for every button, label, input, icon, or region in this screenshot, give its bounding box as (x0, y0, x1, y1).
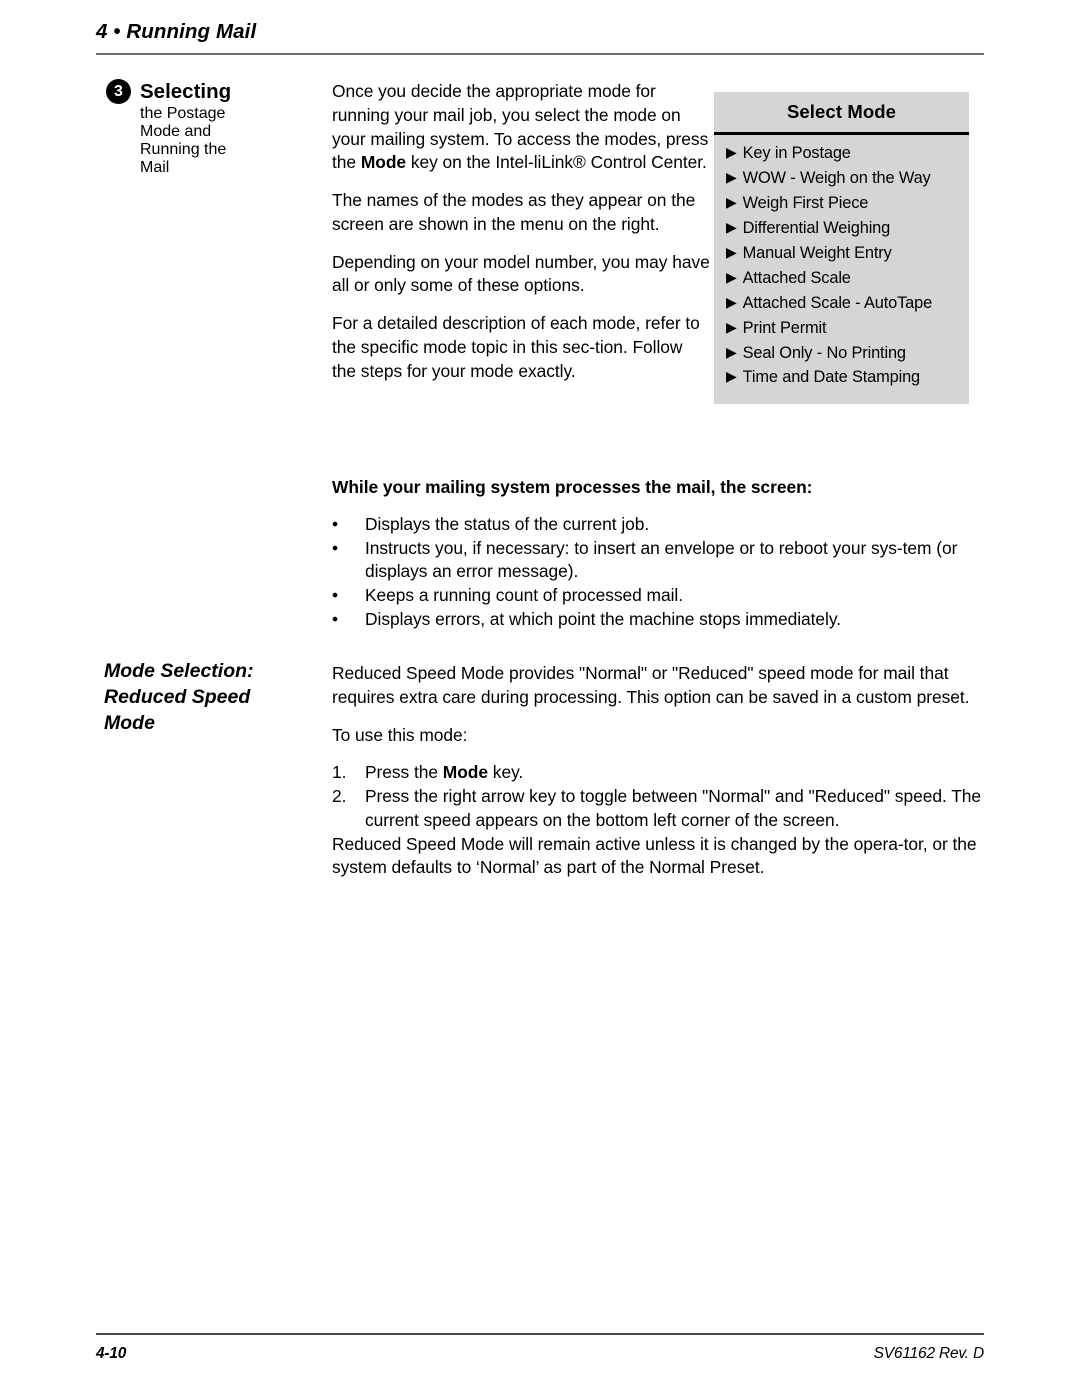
triangle-right-icon: ▶ (726, 144, 737, 160)
subhead-line-1: Mode Selection: (104, 660, 254, 682)
reduced-speed-closing: Reduced Speed Mode will remain active un… (332, 833, 977, 878)
footer-document-id: SV61162 Rev. D (873, 1345, 985, 1362)
triangle-right-icon: ▶ (726, 168, 737, 185)
menu-item-label: Differential Weighing (742, 218, 891, 237)
list-item: • Instructs you, if necessary: to insert … (332, 537, 984, 585)
paragraph-model-number: Depending on your model number, you may … (332, 251, 710, 296)
header-divider (96, 53, 984, 55)
list-item: 2. Press the right arrow key to toggle be… (332, 785, 984, 833)
section-title-line-3: Mode and (140, 123, 212, 141)
bullet-text: Displays errors, at which point the mach… (365, 608, 841, 629)
menu-item-label: Attached Scale - AutoTape (742, 293, 933, 312)
menu-item-label: Manual Weight Entry (742, 243, 892, 262)
chapter-title: 4 • Running Mail (96, 20, 257, 43)
step-text-a: Press the right arrow key to toggle betw… (365, 786, 982, 830)
mode-key-bold-2: Mode (442, 762, 489, 783)
triangle-right-icon: ▶ (726, 343, 737, 360)
processing-bullet-list: • Displays the status of the current job.… (332, 513, 984, 632)
menu-item-attached-scale-autotape[interactable]: ▶ Attached Scale - AutoTape (726, 291, 963, 316)
document-page: 4 • Running Mail 3 Selecting the Postage … (0, 0, 1080, 1397)
section-title-line-4: Running the (140, 141, 227, 159)
step-text-b: key. (488, 762, 524, 783)
reduced-speed-use-lead: To use this mode: (332, 724, 468, 745)
list-item: • Displays errors, at which point the mac… (332, 608, 984, 632)
bullet-icon: • (332, 585, 339, 605)
page-footer: 4-10 SV61162 Rev. D (96, 1345, 984, 1363)
bullet-text: Instructs you, if necessary: to insert a… (365, 537, 958, 582)
triangle-right-icon: ▶ (726, 318, 737, 335)
triangle-right-icon: ▶ (726, 243, 737, 260)
menu-item-manual-weight-entry[interactable]: ▶ Manual Weight Entry (726, 241, 963, 266)
section-title-line-2: the Postage (140, 105, 226, 123)
menu-item-label: Attached Scale (742, 268, 851, 287)
triangle-right-icon: ▶ (726, 193, 737, 210)
list-item: 1. Press the Mode key. (332, 761, 984, 785)
section-title-line-1: Selecting (140, 80, 232, 103)
menu-item-label: Print Permit (742, 318, 827, 337)
select-mode-list: ▶ Key in Postage ▶ WOW - Weigh on the Way … (714, 141, 969, 390)
section-heading: 3 Selecting the Postage Mode and Running … (106, 78, 320, 177)
bullet-icon: • (332, 513, 339, 534)
step-number: 1. (332, 762, 347, 783)
subhead-line-2: Reduced Speed (104, 685, 251, 708)
menu-item-seal-only[interactable]: ▶ Seal Only - No Printing (726, 341, 963, 366)
triangle-right-icon: ▶ (726, 268, 737, 285)
triangle-right-icon: ▶ (726, 368, 737, 385)
menu-item-differential-weighing[interactable]: ▶ Differential Weighing (726, 216, 963, 241)
select-mode-menu: Select Mode ▶ Key in Postage ▶ WOW - Weigh… (714, 92, 969, 405)
bullet-icon: • (332, 537, 339, 558)
section-body-column: Once you decide the appropriate mode for… (332, 80, 710, 383)
menu-item-label: Weigh First Piece (742, 193, 869, 212)
step-number-badge: 3 (106, 79, 131, 104)
menu-item-key-in-postage[interactable]: ▶ Key in Postage (726, 141, 963, 166)
bullet-text: Keeps a running count of processed mail. (365, 585, 683, 605)
menu-item-weigh-first-piece[interactable]: ▶ Weigh First Piece (726, 191, 963, 216)
menu-item-print-permit[interactable]: ▶ Print Permit (726, 316, 963, 341)
footer-page-number: 4-10 (96, 1345, 127, 1362)
menu-item-time-date-stamping[interactable]: ▶ Time and Date Stamping (726, 365, 963, 390)
mode-key-bold-1: Mode (360, 152, 407, 173)
list-item: • Keeps a running count of processed mail… (332, 584, 984, 608)
running-header: 4 • Running Mail (96, 20, 984, 45)
processing-intro: While your mailing system processes the … (332, 477, 813, 497)
menu-item-label: Key in Postage (742, 144, 851, 162)
list-item: • Displays the status of the current job. (332, 513, 984, 537)
bullet-icon: • (332, 608, 339, 629)
triangle-right-icon: ▶ (726, 293, 737, 310)
reduced-speed-steps: 1. Press the Mode key. 2. Press the right … (332, 761, 984, 832)
step-text-a: Press the (365, 762, 443, 783)
processing-behavior-block: While your mailing system processes the … (332, 476, 984, 632)
menu-item-wow[interactable]: ▶ WOW - Weigh on the Way (726, 166, 963, 191)
subhead-line-3: Mode (104, 711, 155, 734)
paragraph-detailed-description: For a detailed description of each mode,… (332, 313, 700, 381)
menu-item-attached-scale[interactable]: ▶ Attached Scale (726, 266, 963, 291)
select-mode-title: Select Mode (786, 101, 897, 122)
reduced-speed-body: Reduced Speed Mode provides "Normal" or … (332, 662, 984, 880)
paragraph-mode-names: The names of the modes as they appear on… (332, 190, 696, 234)
reduced-speed-intro: Reduced Speed Mode provides "Normal" or … (332, 663, 970, 707)
triangle-right-icon: ▶ (726, 218, 737, 235)
menu-item-label: Seal Only - No Printing (742, 343, 906, 362)
bullet-text: Displays the status of the current job. (365, 513, 650, 534)
section-heading-first-line: 3 Selecting (106, 78, 320, 105)
menu-item-label: Time and Date Stamping (742, 368, 921, 387)
menu-item-label: WOW - Weigh on the Way (742, 168, 931, 187)
select-mode-divider (714, 132, 969, 135)
footer-divider (96, 1333, 984, 1335)
section-title-line-5: Mail (140, 159, 170, 177)
paragraph-intro-mode: Once you decide the appropriate mode for… (332, 80, 710, 175)
step-number: 2. (332, 786, 347, 806)
paragraph-intro-part-b: key on the Intel-liLink® Control Center. (406, 152, 707, 173)
mode-selection-subheading: Mode Selection: Reduced Speed Mode (104, 659, 320, 737)
